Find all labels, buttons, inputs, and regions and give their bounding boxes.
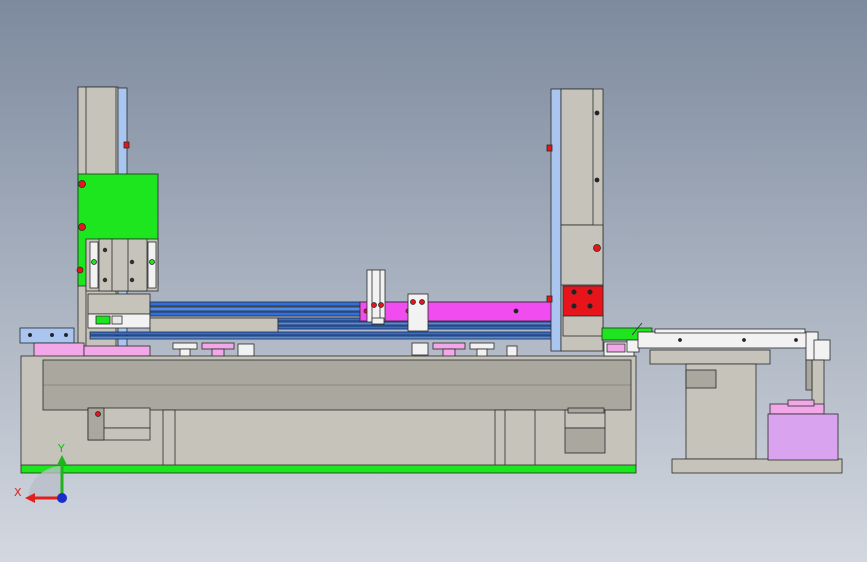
- green-base-strip: [20, 464, 637, 474]
- z-axis-dot: [57, 493, 67, 503]
- magenta-guide-bar: [359, 301, 561, 322]
- vertical-cylinder-block: [85, 238, 159, 292]
- cad-viewport[interactable]: Y X: [0, 0, 867, 562]
- white-clamp: [407, 293, 429, 332]
- small-pusher: [366, 269, 386, 325]
- y-axis-label: Y: [57, 442, 65, 455]
- x-axis-label: X: [14, 486, 22, 499]
- base-frame: [20, 355, 637, 467]
- cad-drawing: Y X: [0, 0, 867, 562]
- red-stop-block: [562, 285, 604, 337]
